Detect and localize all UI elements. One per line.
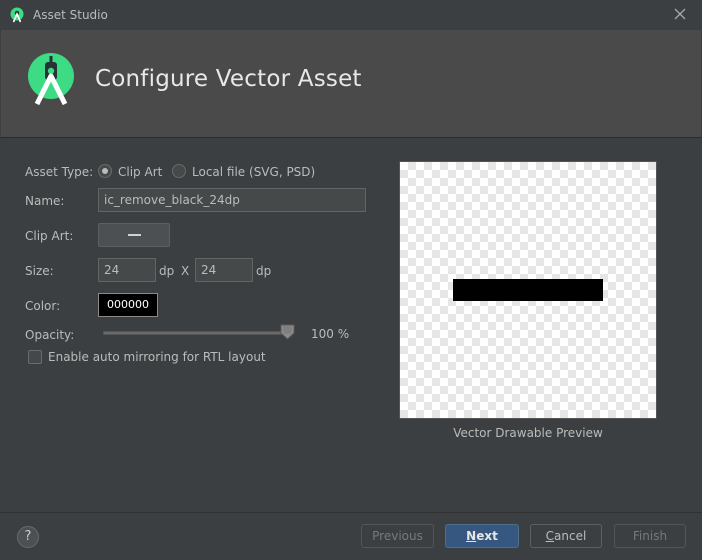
opacity-value: 100 % [311,327,350,341]
header-banner: Configure Vector Asset [1,30,701,137]
local-file-radio[interactable] [172,164,186,178]
height-unit: dp [256,264,272,278]
clip-art-label: Clip Art: [25,229,74,243]
previous-button[interactable]: Previous [361,524,434,548]
android-studio-icon [10,7,24,23]
asset-type-label: Asset Type: [25,165,94,179]
next-label-rest: ext [476,529,498,543]
opacity-slider-track[interactable] [103,331,293,335]
width-unit: dp [159,264,175,278]
clip-art-button[interactable] [98,223,170,247]
page-heading: Configure Vector Asset [95,66,362,92]
name-field[interactable]: ic_remove_black_24dp [98,188,366,212]
size-separator: X [181,264,190,278]
height-field[interactable]: 24 [195,258,253,282]
opacity-slider-thumb[interactable] [280,324,295,340]
finish-button[interactable]: Finish [614,524,686,548]
width-field[interactable]: 24 [98,258,156,282]
help-button[interactable]: ? [17,526,39,548]
preview-caption: Vector Drawable Preview [453,426,603,440]
vector-preview-canvas [399,161,657,419]
opacity-label: Opacity: [25,328,75,342]
clip-art-radio-label[interactable]: Clip Art [118,165,162,179]
close-icon[interactable] [672,6,688,22]
android-studio-logo [28,53,74,106]
window-title: Asset Studio [33,8,108,22]
remove-icon [128,234,141,236]
color-picker[interactable]: 000000 [98,293,158,317]
cancel-button[interactable]: Cancel [530,524,602,548]
title-bar: Asset Studio [0,0,702,30]
preview-remove-glyph [453,279,603,301]
cancel-label-rest: ancel [554,529,587,543]
name-label: Name: [25,194,65,208]
rtl-mirroring-checkbox[interactable] [28,350,42,364]
rtl-mirroring-label[interactable]: Enable auto mirroring for RTL layout [48,350,266,364]
footer-divider [0,512,702,513]
clip-art-radio[interactable] [98,164,112,178]
header-divider [0,137,702,138]
local-file-radio-label[interactable]: Local file (SVG, PSD) [192,165,315,179]
cancel-mnemonic: C [545,529,555,543]
next-mnemonic: N [466,529,477,543]
size-label: Size: [25,264,54,278]
next-button[interactable]: Next [445,524,519,548]
color-label: Color: [25,299,61,313]
